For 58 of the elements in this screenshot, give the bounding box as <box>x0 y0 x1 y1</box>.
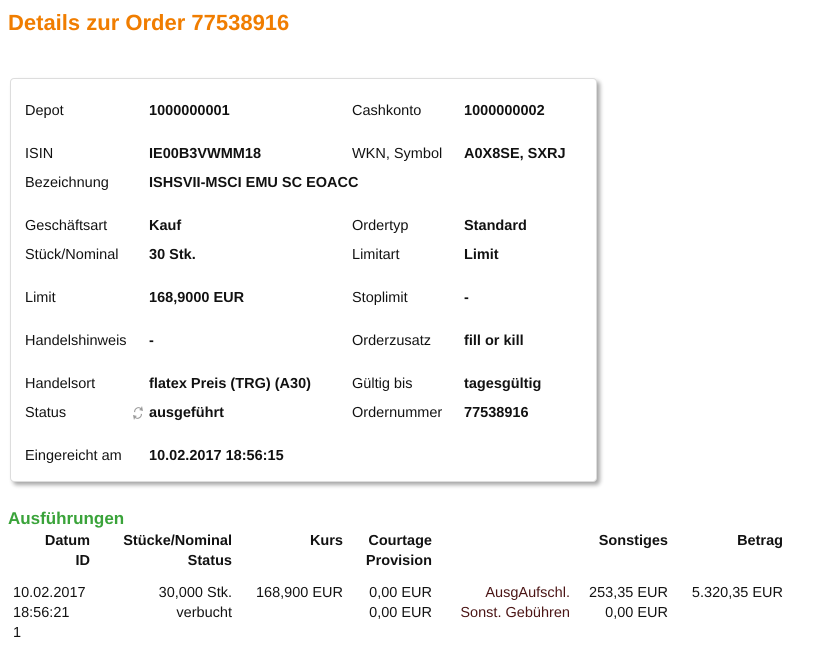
field-label: Limit <box>25 290 57 306</box>
field-value: 1000000002 <box>464 102 545 118</box>
field-value: ausgeführt <box>149 404 224 420</box>
table-cell-text: 253,35 EUR <box>589 584 668 603</box>
field-value: - <box>464 290 469 306</box>
field-label: Eingereicht am <box>25 448 123 464</box>
column-header: Betrag <box>737 533 783 549</box>
field-label: Gültig bis <box>352 376 414 392</box>
field-label: WKN, Symbol <box>352 146 444 162</box>
field-label: Stoplimit <box>352 290 409 306</box>
field-label: Cashkonto <box>352 102 422 118</box>
table-cell-text: 18:56:21 <box>13 604 70 623</box>
field-value: 30 Stk. <box>149 246 196 262</box>
column-header: Stücke/Nominal Status <box>123 533 232 569</box>
field-label: Limitart <box>352 246 401 262</box>
table-cell-text: 1 <box>13 624 22 643</box>
table-cell-text: 10.02.2017 <box>13 584 86 603</box>
column-header: Kurs <box>310 533 343 549</box>
field-value: Kauf <box>149 218 182 234</box>
table-cell-text: 30,000 Stk. <box>158 584 232 603</box>
table-cell-text: 5.320,35 EUR <box>692 584 783 603</box>
field-value: 1000000001 <box>149 102 230 118</box>
field-value: ISHSVII-MSCI EMU SC EOACC <box>149 174 358 190</box>
field-value: 168,9000 EUR <box>149 290 244 306</box>
field-label: Status <box>25 404 68 420</box>
field-value: fill or kill <box>464 332 524 348</box>
field-label: Stück/Nominal <box>25 246 120 262</box>
table-cell-text: 0,00 EUR <box>369 584 432 603</box>
field-value: 10.02.2017 18:56:15 <box>149 448 284 464</box>
field-label: Bezeichnung <box>25 174 110 190</box>
field-label: Depot <box>25 102 65 118</box>
field-value: 77538916 <box>464 404 529 420</box>
field-label: Orderzusatz <box>352 332 432 348</box>
table-cell-text: 168,900 EUR <box>256 584 343 603</box>
table-cell-text: verbucht <box>176 604 232 623</box>
field-value: - <box>149 332 154 348</box>
column-header: Sonstiges <box>598 533 668 549</box>
field-label: Ordernummer <box>352 404 444 420</box>
page-title: Details zur Order 77538916 <box>8 9 290 37</box>
field-label: ISIN <box>25 146 54 162</box>
field-label: Handelshinweis <box>25 332 128 348</box>
table-cell-text: Sonst. Gebühren <box>460 604 570 623</box>
field-label: Handelsort <box>25 376 96 392</box>
table-cell-text: 0,00 EUR <box>369 604 432 623</box>
field-value: Limit <box>464 246 499 262</box>
table-cell-text: AusgAufschl. <box>485 584 570 603</box>
column-header: Courtage Provision <box>366 533 432 569</box>
column-header: Datum ID <box>44 533 90 569</box>
section-title: Ausführungen <box>8 508 126 530</box>
refresh-icon <box>131 404 145 422</box>
field-value: IE00B3VWMM18 <box>149 146 262 162</box>
field-value: Standard <box>464 218 527 234</box>
field-value: A0X8SE, SXRJ <box>464 146 566 162</box>
field-value: tagesgültig <box>464 376 542 392</box>
field-label: Ordertyp <box>352 218 410 234</box>
field-label: Geschäftsart <box>25 218 108 234</box>
field-value: flatex Preis (TRG) (A30) <box>149 376 311 392</box>
table-cell-text: 0,00 EUR <box>605 604 668 623</box>
